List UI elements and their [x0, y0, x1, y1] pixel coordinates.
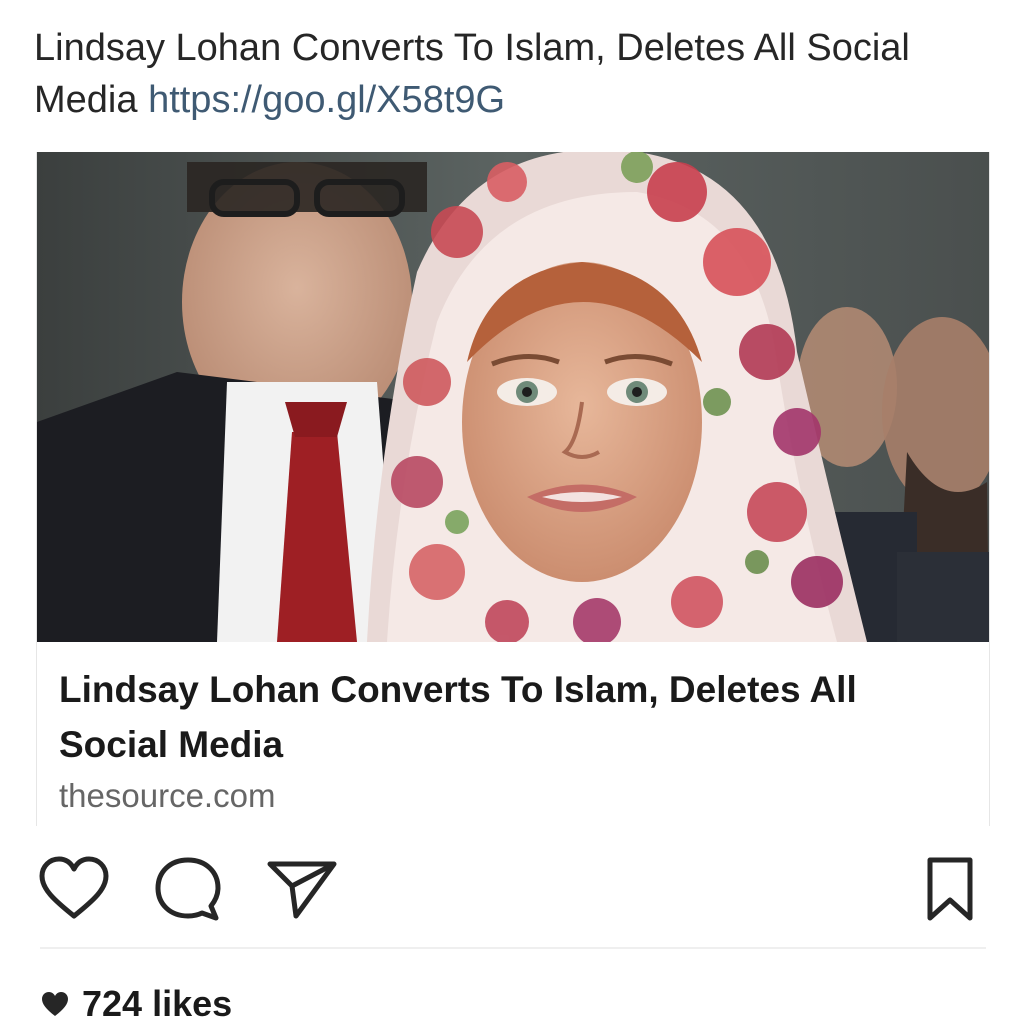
preview-title[interactable]: Lindsay Lohan Converts To Islam, Deletes… — [59, 662, 959, 772]
paper-plane-icon[interactable] — [262, 850, 342, 930]
link-preview-card[interactable]: Lindsay Lohan Converts To Islam, Deletes… — [36, 152, 990, 826]
post-caption: Lindsay Lohan Converts To Islam, Deletes… — [34, 22, 994, 126]
likes-count[interactable]: 724 likes — [40, 982, 232, 1024]
comment-bubble-icon[interactable] — [148, 850, 228, 930]
likes-label: 724 likes — [82, 983, 233, 1024]
bookmark-icon[interactable] — [910, 850, 990, 930]
heart-outline-icon[interactable] — [34, 850, 114, 930]
preview-photo — [37, 152, 989, 642]
caption-link[interactable]: https://goo.gl/X58t9G — [148, 79, 505, 121]
heart-filled-icon — [42, 992, 68, 1016]
instagram-post: Lindsay Lohan Converts To Islam, Deletes… — [0, 0, 1024, 1024]
post-action-bar — [0, 850, 1024, 930]
divider — [40, 947, 986, 949]
preview-domain: thesource.com — [59, 777, 276, 814]
